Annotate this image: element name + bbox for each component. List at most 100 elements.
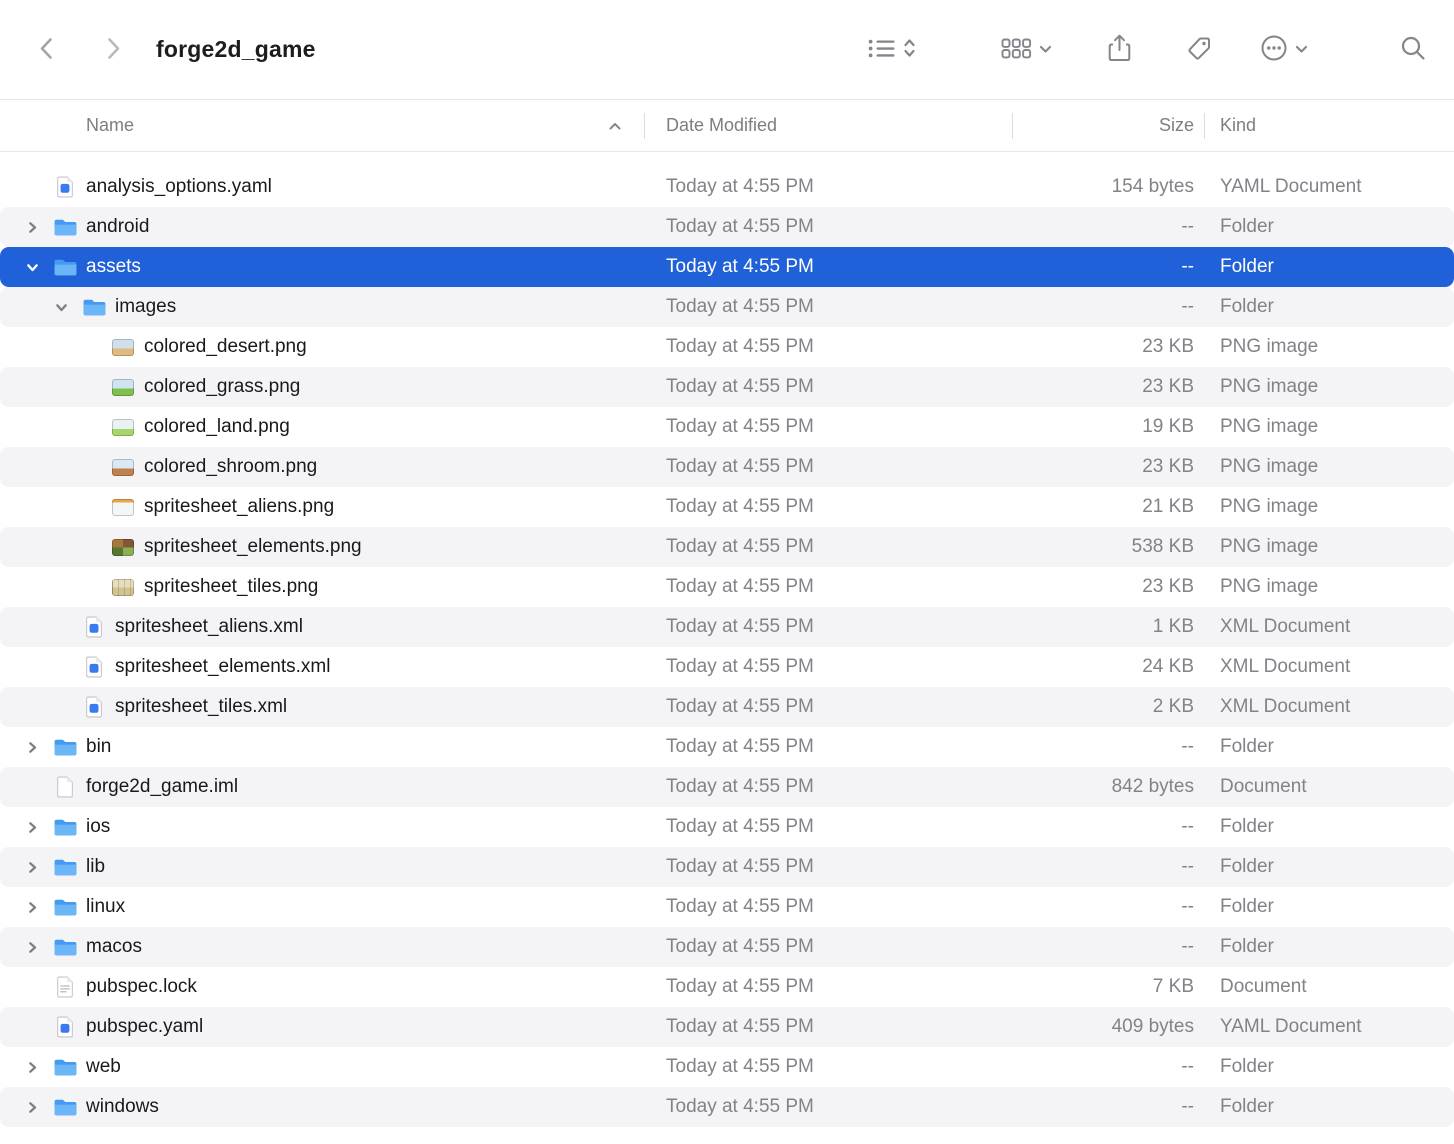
column-date-label: Date Modified (666, 115, 777, 136)
file-size: 23 KB (1012, 376, 1204, 398)
file-size: 21 KB (1012, 496, 1204, 518)
file-row-spritesheet_tiles.png[interactable]: spritesheet_tiles.pngToday at 4:55 PM23 … (0, 567, 1454, 607)
name-cell: pubspec.yaml (0, 1016, 644, 1038)
file-row-ios[interactable]: iosToday at 4:55 PM--Folder (0, 807, 1454, 847)
column-kind-label: Kind (1220, 115, 1256, 136)
file-kind: XML Document (1204, 616, 1454, 638)
disclosure-chevron-icon[interactable] (45, 301, 77, 314)
name-cell: web (0, 1056, 644, 1078)
file-row-assets[interactable]: assetsToday at 4:55 PM--Folder (0, 247, 1454, 287)
file-row-spritesheet_aliens.png[interactable]: spritesheet_aliens.pngToday at 4:55 PM21… (0, 487, 1454, 527)
file-kind: Folder (1204, 216, 1454, 238)
more-options-button[interactable] (1260, 34, 1308, 65)
file-size: 19 KB (1012, 416, 1204, 438)
file-row-windows[interactable]: windowsToday at 4:55 PM--Folder (0, 1087, 1454, 1127)
file-date-modified: Today at 4:55 PM (644, 936, 1012, 958)
file-date-modified: Today at 4:55 PM (644, 536, 1012, 558)
disclosure-chevron-icon[interactable] (16, 261, 48, 274)
file-row-pubspec.yaml[interactable]: pubspec.yamlToday at 4:55 PM409 bytesYAM… (0, 1007, 1454, 1047)
file-row-linux[interactable]: linuxToday at 4:55 PM--Folder (0, 887, 1454, 927)
file-date-modified: Today at 4:55 PM (644, 696, 1012, 718)
file-row-bin[interactable]: binToday at 4:55 PM--Folder (0, 727, 1454, 767)
file-kind: YAML Document (1204, 1016, 1454, 1038)
file-row-spritesheet_elements.png[interactable]: spritesheet_elements.pngToday at 4:55 PM… (0, 527, 1454, 567)
column-header-name[interactable]: Name (0, 100, 644, 151)
disclosure-chevron-icon[interactable] (16, 901, 48, 914)
column-size-label: Size (1159, 115, 1194, 136)
file-kind: Folder (1204, 816, 1454, 838)
file-name: lib (86, 856, 105, 878)
share-button[interactable] (1108, 34, 1131, 65)
file-date-modified: Today at 4:55 PM (644, 816, 1012, 838)
file-row-pubspec.lock[interactable]: pubspec.lockToday at 4:55 PM7 KBDocument (0, 967, 1454, 1007)
folder-icon (48, 817, 82, 838)
file-row-analysis_options.yaml[interactable]: analysis_options.yamlToday at 4:55 PM154… (0, 167, 1454, 207)
file-name: windows (86, 1096, 159, 1118)
finder-window: forge2d_game (0, 0, 1454, 1127)
file-list: analysis_options.yamlToday at 4:55 PM154… (0, 152, 1454, 1127)
disclosure-chevron-icon[interactable] (16, 861, 48, 874)
disclosure-chevron-icon[interactable] (16, 1101, 48, 1114)
file-row-macos[interactable]: macosToday at 4:55 PM--Folder (0, 927, 1454, 967)
file-kind: Folder (1204, 896, 1454, 918)
column-header-kind[interactable]: Kind (1204, 100, 1454, 151)
file-kind: PNG image (1204, 576, 1454, 598)
group-view-icon (1001, 38, 1032, 62)
file-date-modified: Today at 4:55 PM (644, 576, 1012, 598)
name-cell: colored_desert.png (0, 336, 644, 358)
column-header-date-modified[interactable]: Date Modified (644, 100, 1012, 151)
file-size: -- (1012, 856, 1204, 878)
folder-icon (48, 937, 82, 958)
search-button[interactable] (1400, 35, 1426, 64)
file-row-spritesheet_elements.xml[interactable]: spritesheet_elements.xmlToday at 4:55 PM… (0, 647, 1454, 687)
file-name: linux (86, 896, 125, 918)
list-view-button[interactable] (868, 36, 917, 63)
list-view-icon (868, 38, 895, 62)
file-size: -- (1012, 1056, 1204, 1078)
name-cell: macos (0, 936, 644, 958)
forward-button[interactable] (96, 30, 132, 70)
file-row-android[interactable]: androidToday at 4:55 PM--Folder (0, 207, 1454, 247)
file-row-web[interactable]: webToday at 4:55 PM--Folder (0, 1047, 1454, 1087)
file-date-modified: Today at 4:55 PM (644, 176, 1012, 198)
img-desert-icon (106, 339, 140, 356)
name-cell: windows (0, 1096, 644, 1118)
group-view-button[interactable] (1001, 38, 1052, 62)
file-kind: Folder (1204, 256, 1454, 278)
back-button[interactable] (28, 30, 64, 70)
file-row-spritesheet_tiles.xml[interactable]: spritesheet_tiles.xmlToday at 4:55 PM2 K… (0, 687, 1454, 727)
file-name: ios (86, 816, 110, 838)
disclosure-chevron-icon[interactable] (16, 1061, 48, 1074)
file-row-spritesheet_aliens.xml[interactable]: spritesheet_aliens.xmlToday at 4:55 PM1 … (0, 607, 1454, 647)
file-row-colored_land.png[interactable]: colored_land.pngToday at 4:55 PM19 KBPNG… (0, 407, 1454, 447)
file-size: 23 KB (1012, 576, 1204, 598)
file-row-forge2d_game.iml[interactable]: forge2d_game.imlToday at 4:55 PM842 byte… (0, 767, 1454, 807)
file-kind: PNG image (1204, 456, 1454, 478)
sort-updown-icon (902, 36, 917, 63)
file-kind: Folder (1204, 1096, 1454, 1118)
disclosure-chevron-icon[interactable] (16, 821, 48, 834)
img-shroom-icon (106, 459, 140, 476)
file-name: macos (86, 936, 142, 958)
disclosure-chevron-icon[interactable] (16, 941, 48, 954)
folder-icon (48, 857, 82, 878)
file-row-images[interactable]: imagesToday at 4:55 PM--Folder (0, 287, 1454, 327)
file-date-modified: Today at 4:55 PM (644, 976, 1012, 998)
disclosure-chevron-icon[interactable] (16, 221, 48, 234)
forward-chevron-icon (107, 37, 121, 63)
name-cell: bin (0, 736, 644, 758)
column-header-size[interactable]: Size (1012, 100, 1204, 151)
name-cell: ios (0, 816, 644, 838)
file-kind: Document (1204, 976, 1454, 998)
folder-icon (77, 297, 111, 318)
file-row-colored_shroom.png[interactable]: colored_shroom.pngToday at 4:55 PM23 KBP… (0, 447, 1454, 487)
disclosure-chevron-icon[interactable] (16, 741, 48, 754)
doc-icon (48, 776, 82, 798)
file-row-colored_grass.png[interactable]: colored_grass.pngToday at 4:55 PM23 KBPN… (0, 367, 1454, 407)
img-elements-icon (106, 539, 140, 556)
file-row-lib[interactable]: libToday at 4:55 PM--Folder (0, 847, 1454, 887)
name-cell: spritesheet_tiles.xml (0, 696, 644, 718)
tag-button[interactable] (1187, 36, 1212, 64)
file-name: analysis_options.yaml (86, 176, 272, 198)
file-row-colored_desert.png[interactable]: colored_desert.pngToday at 4:55 PM23 KBP… (0, 327, 1454, 367)
